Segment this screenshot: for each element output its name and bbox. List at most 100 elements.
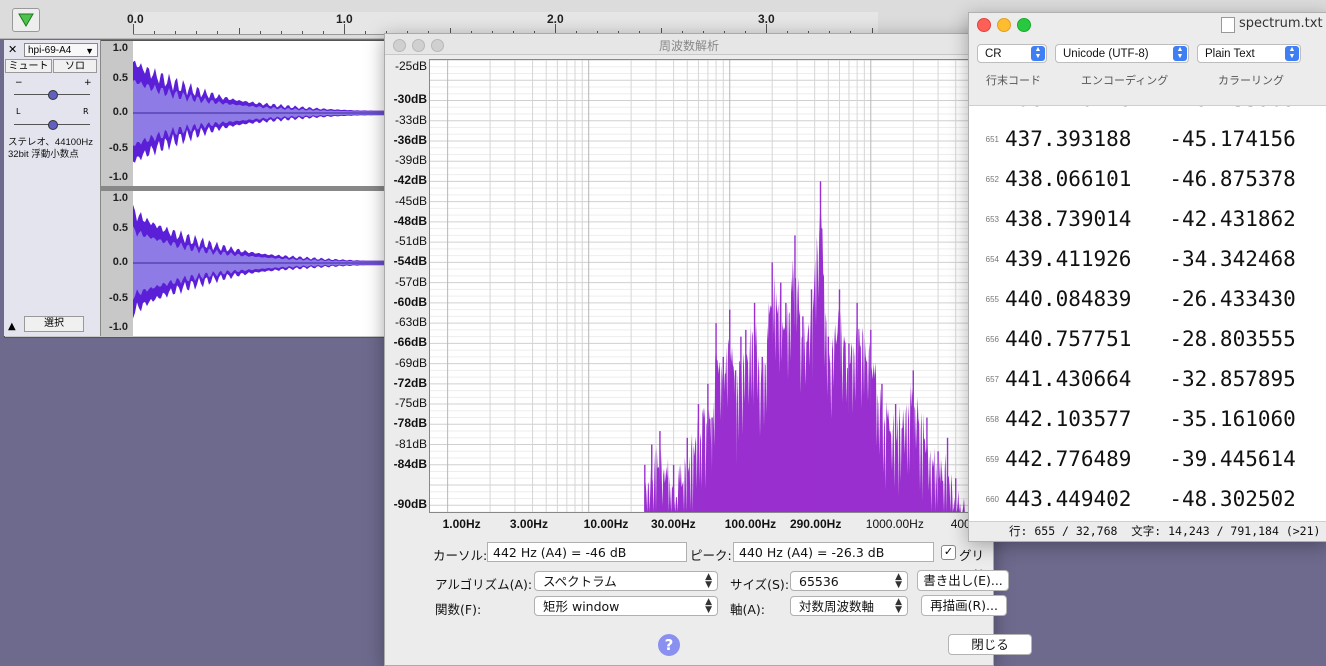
scale-label: -1.0 <box>109 171 128 183</box>
track-control-panel: ✕ hpi-69-A4 ▼ ミュート ソロ − + L R ステレオ、44100H… <box>4 40 101 336</box>
waveform-svg <box>133 60 386 163</box>
select-button[interactable]: 選択 <box>24 316 84 332</box>
waveform-right-channel[interactable] <box>133 191 386 336</box>
db-tick-label: -45dB <box>394 193 427 208</box>
db-tick-label: -36dB <box>393 132 427 147</box>
text-line[interactable]: 660 443.449402 -48.302502 <box>969 483 1326 520</box>
text-line[interactable]: 654 439.411926 -34.342468 <box>969 243 1326 283</box>
size-label: サイズ(S): <box>730 577 790 592</box>
window-title: spectrum.txt <box>1239 16 1323 31</box>
algorithm-value: スペクトラム <box>543 574 617 589</box>
spectrum-plot[interactable] <box>429 59 991 513</box>
grid-checkbox[interactable]: ✓ <box>941 545 956 560</box>
db-tick-label: -72dB <box>393 375 427 390</box>
text-line[interactable]: 653 438.739014 -42.431862 <box>969 203 1326 243</box>
coloring-value: Plain Text <box>1205 48 1255 60</box>
ruler-tick <box>217 31 219 34</box>
axis-select[interactable]: 対数周波数軸 ▲ ▼ <box>790 596 908 616</box>
peak-label: ピーク: <box>690 548 732 563</box>
waveform-left-channel[interactable] <box>133 41 386 186</box>
amplitude-scale-bottom: 1.0 0.5 0.0 -0.5 -1.0 <box>101 191 132 336</box>
db-tick-label: -60dB <box>393 294 427 309</box>
text-line[interactable]: 655 440.084839 -26.433430 <box>969 283 1326 323</box>
close-window-button[interactable] <box>977 18 991 32</box>
text-line[interactable]: 650436.720276 -46.255989 <box>969 106 1326 123</box>
export-button[interactable]: 書き出し(E)... <box>917 570 1009 591</box>
collapse-arrow-icon[interactable]: ▲ <box>8 321 16 332</box>
updown-chevron-icon: ▲ ▼ <box>895 597 902 615</box>
ruler-tick <box>322 31 324 34</box>
line-text: 443.449402 -48.302502 <box>1005 487 1296 511</box>
line-number: 660 <box>985 495 999 504</box>
line-ending-select[interactable]: CR ▲ ▼ <box>977 44 1047 63</box>
text-line[interactable]: 659 442.776489 -39.445614 <box>969 443 1326 483</box>
db-tick-label: -54dB <box>393 254 427 269</box>
ruler-tick <box>280 31 282 34</box>
pan-right-label: R <box>83 107 89 116</box>
line-text: 442.776489 -39.445614 <box>1005 447 1296 471</box>
line-text: 440.757751 -28.803555 <box>1005 327 1296 351</box>
cursor-value-field[interactable]: 442 Hz (A4) = -46 dB <box>487 542 687 562</box>
close-track-icon[interactable]: ✕ <box>8 43 17 56</box>
line-number: 656 <box>985 335 999 344</box>
solo-button[interactable]: ソロ <box>53 59 97 73</box>
text-line[interactable]: 657 441.430664 -32.857895 <box>969 363 1326 403</box>
ruler-label: 0.0 <box>127 12 144 26</box>
text-line[interactable]: 651 437.393188 -45.174156 <box>969 123 1326 163</box>
function-select[interactable]: 矩形 window ▲ ▼ <box>534 596 718 616</box>
coloring-select[interactable]: Plain Text ▲ ▼ <box>1197 44 1301 63</box>
freq-tick-label: 290.00Hz <box>789 517 842 531</box>
line-text: 438.739014 -42.431862 <box>1005 207 1296 231</box>
gain-slider[interactable] <box>48 90 58 100</box>
line-text: 437.393188 -45.174156 <box>1005 127 1296 151</box>
algorithm-select[interactable]: スペクトラム ▲ ▼ <box>534 571 718 591</box>
encoding-select[interactable]: Unicode (UTF-8) ▲ ▼ <box>1055 44 1189 63</box>
minimize-window-button[interactable] <box>997 18 1011 32</box>
pan-slider[interactable] <box>48 120 58 130</box>
db-tick-label: -33dB <box>394 112 427 127</box>
db-tick-label: -78dB <box>393 416 427 431</box>
axis-value: 対数周波数軸 <box>799 599 875 614</box>
scale-label: 1.0 <box>112 42 128 54</box>
size-select[interactable]: 65536 ▲ ▼ <box>790 571 908 591</box>
db-tick-label: -57dB <box>394 274 427 289</box>
text-line[interactable]: 658 442.103577 -35.161060 <box>969 403 1326 443</box>
spectrum-area <box>644 206 970 512</box>
freq-tick-label: 30.00Hz <box>650 517 696 531</box>
db-tick-label: -39dB <box>394 153 427 168</box>
text-editor-area[interactable]: 650436.720276 -46.255989 651 437.393188 -4… <box>969 106 1326 520</box>
replot-button[interactable]: 再描画(R)... <box>921 595 1007 616</box>
peak-value-field[interactable]: 440 Hz (A4) = -26.3 dB <box>733 542 934 562</box>
encoding-caption: エンコーディング <box>1081 74 1169 87</box>
play-button[interactable] <box>12 8 40 32</box>
ruler-tick <box>301 31 303 34</box>
spectrum-chart <box>430 59 991 513</box>
waveform-svg <box>133 204 386 319</box>
scale-label: -1.0 <box>109 321 128 333</box>
close-button[interactable]: 閉じる <box>948 634 1032 655</box>
amplitude-scale-top: 1.0 0.5 0.0 -0.5 -1.0 <box>101 41 132 186</box>
document-icon <box>1221 17 1235 33</box>
updown-chevron-icon: ▲ ▼ <box>705 572 712 590</box>
mute-button[interactable]: ミュート <box>5 59 52 73</box>
track-format-info: ステレオ、44100Hz <box>8 137 93 148</box>
encoding-value: Unicode (UTF-8) <box>1063 48 1149 60</box>
line-number: 652 <box>985 175 999 184</box>
timeline-ruler[interactable]: 0.0 1.0 2.0 3.0 <box>127 12 878 35</box>
line-text: 440.084839 -26.433430 <box>1005 287 1296 311</box>
help-icon[interactable]: ? <box>658 634 680 656</box>
scale-label: 0.5 <box>112 72 128 84</box>
track-name-menu[interactable]: hpi-69-A4 ▼ <box>24 43 98 57</box>
db-tick-label: -90dB <box>393 497 427 512</box>
text-line[interactable]: 652 438.066101 -46.875378 <box>969 163 1326 203</box>
cursor-label: カーソル: <box>433 548 488 563</box>
db-tick-label: -69dB <box>394 355 427 370</box>
line-number: 659 <box>985 455 999 464</box>
updown-chevron-icon: ▲ ▼ <box>1285 46 1299 61</box>
scale-label: -0.5 <box>109 292 128 304</box>
dropdown-arrow-icon: ▼ <box>85 46 94 56</box>
text-line[interactable]: 656 440.757751 -28.803555 <box>969 323 1326 363</box>
line-text: 439.411926 -34.342468 <box>1005 247 1296 271</box>
line-number: 653 <box>985 215 999 224</box>
zoom-window-button[interactable] <box>1017 18 1031 32</box>
